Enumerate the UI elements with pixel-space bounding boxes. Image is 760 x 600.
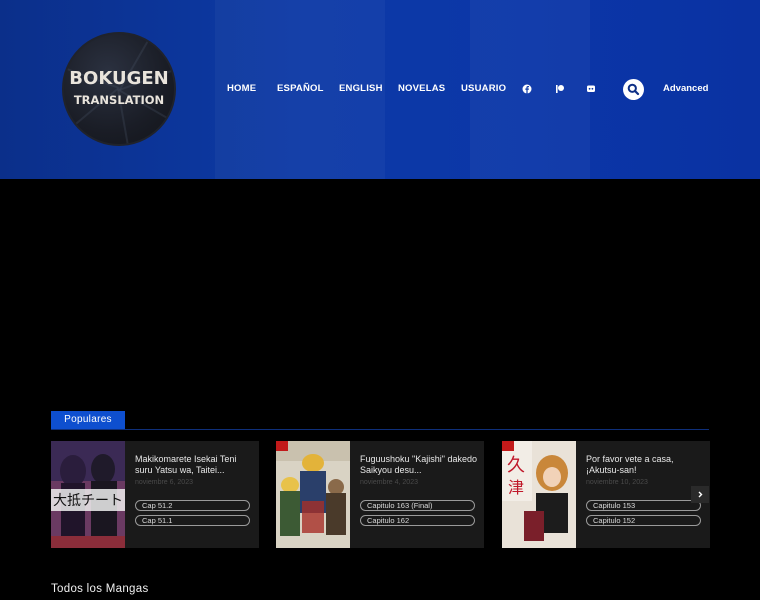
section-divider (51, 429, 709, 430)
facebook-icon[interactable] (522, 84, 532, 94)
chapter-link[interactable]: Capitulo 162 (360, 515, 475, 526)
discord-icon[interactable] (586, 84, 596, 94)
nav-usuario[interactable]: USUARIO (461, 83, 506, 94)
svg-text:津: 津 (508, 478, 524, 497)
nav-home[interactable]: HOME (227, 83, 256, 94)
manga-title[interactable]: Por favor vete a casa, ¡Akutsu-san! (586, 454, 704, 476)
manga-date: noviembre 4, 2023 (360, 479, 418, 486)
logo-subtitle: TRANSLATION (73, 93, 165, 107)
svg-text:久: 久 (507, 455, 525, 476)
manga-title[interactable]: Makikomarete Isekai Teni suru Yatsu wa, … (135, 454, 253, 476)
manga-cover[interactable]: 大抵チート (51, 441, 125, 548)
chapter-link[interactable]: Cap 51.1 (135, 515, 250, 526)
chapter-link[interactable]: Cap 51.2 (135, 500, 250, 511)
manga-card[interactable]: Fuguushoku "Kajishi" dakedo Saikyou desu… (276, 441, 484, 548)
manga-title[interactable]: Fuguushoku "Kajishi" dakedo Saikyou desu… (360, 454, 478, 476)
advanced-search-link[interactable]: Advanced (663, 83, 708, 94)
manga-cover[interactable] (276, 441, 350, 548)
manga-date: noviembre 6, 2023 (135, 479, 193, 486)
chevron-right-icon (698, 491, 703, 498)
site-header: BOKUGEN TRANSLATION HOME ESPAÑOL ENGLISH… (0, 0, 760, 179)
nav-novelas[interactable]: NOVELAS (398, 83, 445, 94)
manga-cover[interactable]: 久 津 (502, 441, 576, 548)
carousel-next-button[interactable] (691, 486, 709, 503)
chapter-link[interactable]: Capitulo 163 (Final) (360, 500, 475, 511)
site-logo[interactable]: BOKUGEN TRANSLATION (62, 32, 176, 146)
search-icon (627, 83, 640, 96)
all-mangas-heading: Todos los Mangas (51, 583, 149, 595)
nav-english[interactable]: ENGLISH (339, 83, 383, 94)
chapter-link[interactable]: Capitulo 153 (586, 500, 701, 511)
logo-title: BOKUGEN (69, 68, 169, 89)
chapter-link[interactable]: Capitulo 152 (586, 515, 701, 526)
manga-card[interactable]: 久 津 Por favor vete a casa, ¡Akutsu-san! … (502, 441, 710, 548)
nav-espanol[interactable]: ESPAÑOL (277, 83, 324, 94)
manga-date: noviembre 10, 2023 (586, 479, 648, 486)
manga-card[interactable]: 大抵チート Makikomarete Isekai Teni suru Yats… (51, 441, 259, 548)
populares-tab: Populares (51, 411, 125, 429)
search-button[interactable] (623, 79, 644, 100)
patreon-icon[interactable] (555, 84, 565, 94)
svg-text:大抵チート: 大抵チート (53, 493, 123, 509)
